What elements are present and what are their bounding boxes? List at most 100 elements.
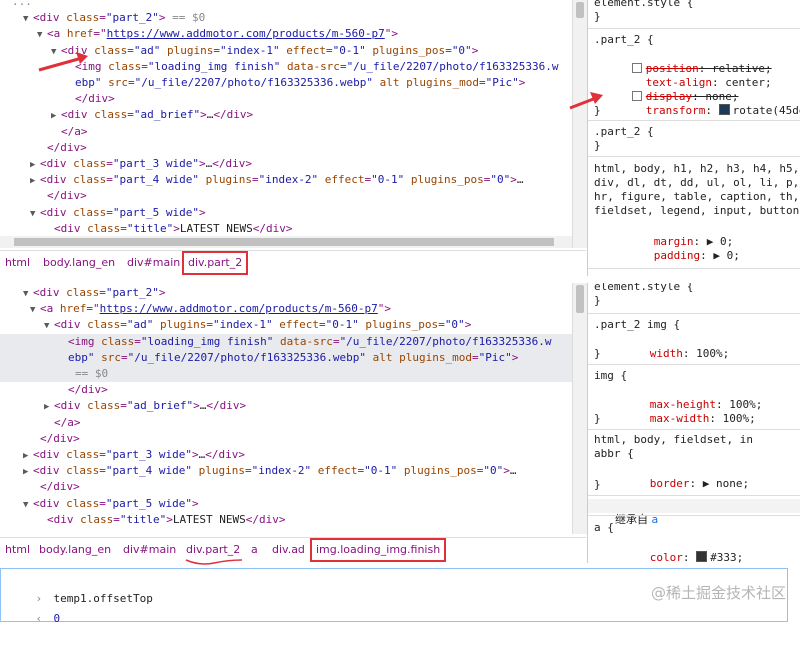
expand-triangle-icon[interactable]: ▶ [30, 157, 40, 173]
expand-triangle-icon[interactable]: ▶ [51, 108, 61, 124]
dom-node-line[interactable]: ▼ <div class="part_5 wide"> [0, 496, 572, 512]
dom-node-line[interactable]: </div> [0, 91, 572, 107]
dom-node-line[interactable]: ▼ <div class="part_2"> [0, 285, 572, 301]
expand-triangle-icon[interactable]: ▶ [23, 464, 33, 480]
code-token: "part_5 wide" [112, 205, 199, 219]
code-token: "> [377, 302, 392, 316]
dom-node-line[interactable]: ▼ <a href="https://www.addmotor.com/produ… [0, 26, 572, 42]
elements-horizontal-scrollbar[interactable] [0, 236, 572, 248]
dom-node-line[interactable]: ▶ <div class="part_3 wide">…</div> [0, 447, 572, 463]
elements-tree[interactable]: ▼ <div class="part_2"> ▼ <a href="https://w… [0, 283, 572, 534]
breadcrumb-part2-selected[interactable]: div.part_2 [182, 251, 249, 275]
rule-selector[interactable]: .part_2 { [594, 125, 654, 139]
expand-triangle-icon[interactable]: ▶ [30, 173, 40, 189]
dom-node-line[interactable]: </a> [0, 415, 572, 431]
expand-triangle-icon[interactable]: ▶ [703, 477, 716, 490]
result-chevron-icon: ‹ [35, 612, 43, 625]
breadcrumb-html[interactable]: html [5, 251, 30, 275]
close-brace: } [594, 294, 601, 307]
dom-node-line[interactable]: </a> [0, 124, 572, 140]
expand-triangle-icon[interactable]: ▶ [713, 249, 726, 262]
style-prop-position[interactable]: position: relative; [592, 48, 772, 75]
style-prop-max-height[interactable]: max-height: 100%; [610, 384, 763, 411]
collapse-triangle-icon[interactable]: ▼ [30, 302, 40, 318]
code-token: "0" [490, 173, 511, 187]
code-token: … [509, 464, 517, 478]
breadcrumb-a[interactable]: a [251, 538, 258, 562]
code-token: "0-1" [364, 464, 398, 478]
dom-node-line[interactable]: </div> [0, 431, 572, 447]
code-token: </div> [68, 383, 108, 397]
code-token: </div> [40, 480, 80, 494]
style-prop-max-width[interactable]: max-width: 100%; [610, 398, 756, 425]
collapse-triangle-icon[interactable]: ▼ [23, 11, 33, 27]
dom-node-line[interactable]: <div class="title">LATEST NEWS</div> [0, 221, 572, 237]
rule-selector[interactable]: .part_2 img { [594, 318, 680, 332]
href-link[interactable]: https://www.addmotor.com/products/m-560-… [107, 27, 385, 40]
dom-node-line[interactable]: ▼ <a href="https://www.addmotor.com/produ… [0, 301, 572, 317]
code-token: class [87, 318, 121, 332]
dom-node-line[interactable]: ebp" src="/u_file/2207/photo/f163325336.… [0, 349, 572, 366]
style-prop-margin[interactable]: margin: ▶ 0; [614, 221, 734, 248]
dom-node-line[interactable]: ▶ <div class="part_4 wide" plugins="index… [0, 172, 572, 188]
elements-vertical-scrollbar[interactable] [572, 0, 587, 248]
rule-divider [588, 268, 800, 269]
dom-node-line[interactable]: ▼ <div class="part_2"> == $0 [0, 10, 572, 26]
code-token: plugins_pos [404, 173, 484, 187]
dom-node-line[interactable]: ▶ <div class="ad_brief">…</div> [0, 398, 572, 414]
elements-vertical-scrollbar[interactable] [572, 283, 587, 534]
dom-node-line[interactable]: </div> [0, 479, 572, 495]
expand-triangle-icon[interactable]: ▶ [23, 448, 33, 464]
dom-node-line[interactable]: ▶ <div class="part_3 wide">…</div> [0, 156, 572, 172]
expand-triangle-icon[interactable]: ▶ [44, 399, 54, 415]
style-prop-border[interactable]: border: ▶ none; [610, 463, 749, 490]
style-prop-transform[interactable]: transform: rotate(45deg); [606, 90, 800, 117]
dom-node-line[interactable]: ... [0, 0, 572, 10]
dom-node-line[interactable]: ▼ <div class="ad" plugins="index-1" effec… [0, 317, 572, 333]
collapse-triangle-icon[interactable]: ▼ [44, 318, 54, 334]
dom-node-line[interactable]: == $0 [0, 366, 572, 382]
collapse-triangle-icon[interactable]: ▼ [30, 206, 40, 222]
transform-editor-icon[interactable] [718, 104, 730, 115]
dom-node-line[interactable]: </div> [0, 382, 572, 398]
dom-node-line[interactable]: ▶ <div class="part_4 wide" plugins="index… [0, 463, 572, 479]
scrollbar-thumb[interactable] [14, 238, 554, 246]
breadcrumb-body[interactable]: body.lang_en [39, 538, 111, 562]
style-prop-text-align[interactable]: text-align: center; [606, 62, 772, 89]
style-prop-display[interactable]: display: none; [592, 76, 738, 103]
code-token: = [113, 512, 120, 526]
dom-node-line[interactable]: ebp" src="/u_file/2207/photo/f163325336.… [0, 75, 572, 91]
style-prop-padding[interactable]: padding: ▶ 0; [614, 235, 740, 262]
breadcrumb-img-selected[interactable]: img.loading_img.finish [310, 538, 447, 562]
scrollbar-thumb[interactable] [576, 2, 584, 18]
elements-tree[interactable]: ... ▼ <div class="part_2"> == $0 ▼ <a href=… [0, 0, 572, 248]
dom-node-line[interactable]: ▼ <div class="part_5 wide"> [0, 205, 572, 221]
dom-node-line[interactable]: <img class="loading_img finish" data-src… [0, 333, 572, 350]
dom-node-line[interactable]: </div> [0, 140, 572, 156]
breadcrumb-div-ad[interactable]: div.ad [272, 538, 305, 562]
code-token: "part_3 wide" [112, 157, 199, 170]
href-link[interactable]: https://www.addmotor.com/products/m-560-… [100, 302, 378, 315]
style-prop-width[interactable]: width: 100%; [610, 333, 730, 360]
style-prop-color[interactable]: color: #333; [610, 537, 743, 563]
dom-node-line[interactable]: </div> [0, 188, 572, 204]
breadcrumb-body[interactable]: body.lang_en [43, 251, 115, 275]
code-token: class [66, 286, 100, 299]
rule-selector[interactable]: img { [594, 369, 627, 383]
code-token: > [200, 108, 207, 122]
color-swatch-icon[interactable] [696, 551, 708, 562]
breadcrumb-html[interactable]: html [5, 538, 30, 562]
collapse-triangle-icon[interactable]: ▼ [23, 286, 33, 302]
dom-node-line[interactable]: ▶ <div class="ad_brief">…</div> [0, 107, 572, 123]
breadcrumb-main[interactable]: div#main [127, 251, 180, 275]
dom-node-line[interactable]: <div class="title">LATEST NEWS</div> [0, 512, 572, 528]
code-token: <div [47, 512, 81, 526]
collapse-triangle-icon[interactable]: ▼ [23, 497, 33, 513]
breadcrumb-main[interactable]: div#main [123, 538, 176, 562]
code-token: </div> [245, 512, 286, 526]
rule-selector[interactable]: .part_2 { [594, 33, 654, 47]
rule-selector[interactable]: a { [594, 521, 614, 535]
console-input-text[interactable]: temp1.offsetTop [54, 592, 153, 605]
scrollbar-thumb[interactable] [576, 285, 584, 313]
collapse-triangle-icon[interactable]: ▼ [37, 27, 47, 43]
